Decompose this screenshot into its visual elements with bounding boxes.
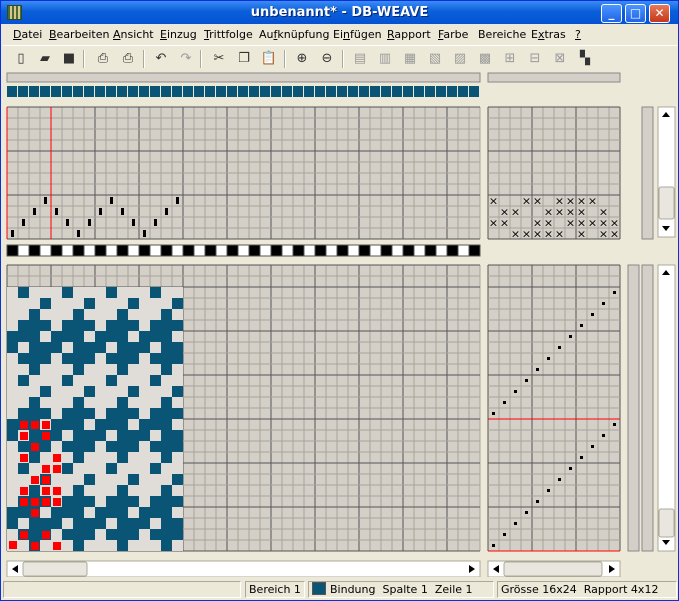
menu-ansicht[interactable]: Ansicht [113,28,154,41]
status-bar: Bereich 1 Bindung Spalte 1 Zeile 1 Gröss… [3,579,677,599]
menu-einzug[interactable]: Einzug [160,28,197,41]
rapport-pattern-icon[interactable]: ▚ [576,50,594,68]
save-disk-icon[interactable]: ■ [60,50,78,68]
svg-text:×: × [544,228,553,241]
vscroll-bottom[interactable] [657,264,676,552]
close-button[interactable]: ✕ [649,4,670,23]
svg-text:×: × [511,228,520,241]
weft-color-column[interactable] [627,264,640,552]
svg-text:×: × [599,228,608,241]
menu-trittfolge[interactable]: Trittfolge [204,28,253,41]
zoom-in-icon[interactable]: ⊕ [293,50,311,68]
menu-bar: Datei Bearbeiten Ansicht Einzug Trittfolge Au… [3,25,677,45]
treadle-header-grid[interactable] [487,264,621,288]
status-column: Spalte 1 [382,583,428,596]
svg-text:×: × [577,228,586,241]
svg-text:×: × [522,228,531,241]
threading-tool-9-icon[interactable]: ⊠ [551,50,569,68]
color-swatch [312,582,326,595]
status-rapport: Rapport 4x12 [583,583,659,596]
paste-icon[interactable]: 📋 [260,50,278,68]
svg-text:×: × [500,217,509,230]
status-dimensions: Grösse 16x24 [501,583,577,596]
svg-text:×: × [489,195,498,208]
vscroll-top-thumb[interactable] [658,186,675,220]
hscroll-main-thumb[interactable] [22,561,88,577]
weave-canvas[interactable]: × × × × × × ×× × × × × × ×× × × × × × × × ×× × × × × × × × [1,71,678,577]
print-preview-icon[interactable]: ⎙ [94,50,112,68]
warp-color-strip[interactable] [7,86,479,97]
svg-text:×: × [555,228,564,241]
undo-icon[interactable]: ↶ [152,50,170,68]
cut-icon[interactable]: ✂ [210,50,228,68]
status-area: Bereich 1 [245,581,305,598]
color-strip-top[interactable] [6,72,481,83]
threading-grid[interactable] [6,106,481,240]
copy-icon[interactable]: ❐ [235,50,253,68]
weave-workspace: × × × × × × × × × × × × × × × × × × × × × × × × × × × × × × × [1,71,678,577]
threading-tool-8-icon[interactable]: ⊟ [526,50,544,68]
menu-rapport[interactable]: Rapport [387,28,431,41]
pattern-strip[interactable] [6,244,481,257]
threading-tool-5-icon[interactable]: ▨ [451,50,469,68]
open-folder-icon[interactable]: ▰ [36,50,54,68]
svg-text:×: × [588,217,597,230]
print-icon[interactable]: ⎙ [119,50,137,68]
window-title: unbenannt* - DB-WEAVE [250,5,429,20]
status-empty [3,581,241,598]
weft-color-column-2[interactable] [641,264,654,552]
svg-text:×: × [555,206,564,219]
redo-icon[interactable]: ↷ [177,50,195,68]
menu-farbe[interactable]: Farbe [438,28,468,41]
threading-tool-3-icon[interactable]: ▦ [401,50,419,68]
svg-text:×: × [489,217,498,230]
color-strip-top-right[interactable] [487,72,621,83]
menu-help[interactable]: ? [575,28,581,41]
hscroll-treadling-thumb[interactable] [503,561,603,577]
svg-text:×: × [588,195,597,208]
toolbar-separator [200,50,202,68]
threading-tool-6-icon[interactable]: ▩ [476,50,494,68]
menu-extras[interactable]: Extras [531,28,566,41]
toolbar: ▯ ▰ ■ ⎙ ⎙ ↶ ↷ ✂ ❐ 📋 ⊕ ⊖ ▤ ▥ ▦ ▧ ▨ ▩ ⊞ ⊟ ⊠ ▚ [3,45,677,71]
shaft-color-column[interactable] [641,106,654,240]
cursor-cell [9,541,17,549]
menu-einfügen[interactable]: Einfügen [333,28,382,41]
status-row: Zeile 1 [434,583,473,596]
menu-bereiche[interactable]: Bereiche [478,28,526,41]
threading-tool-4-icon[interactable]: ▧ [426,50,444,68]
threading-straight-icon[interactable]: ▤ [351,50,369,68]
toolbar-separator [143,50,145,68]
app-window: unbenannt* - DB-WEAVE _ □ ✕ Datei Bearbei… [0,0,679,601]
menu-bearbeiten[interactable]: Bearbeiten [49,28,109,41]
menu-datei[interactable]: Datei [13,28,42,41]
toolbar-separator [83,50,85,68]
threading-mirror-icon[interactable]: ▥ [376,50,394,68]
svg-text:×: × [533,195,542,208]
status-binding: Bindung [330,583,376,596]
svg-text:×: × [610,228,619,241]
new-file-icon[interactable]: ▯ [12,50,30,68]
weft-header-grid[interactable] [6,264,481,288]
status-size: Grösse 16x24 Rapport 4x12 [497,581,677,598]
threading-tool-7-icon[interactable]: ⊞ [501,50,519,68]
svg-text:×: × [511,206,520,219]
svg-text:×: × [533,228,542,241]
menu-aufknüpfung[interactable]: Aufknüpfung [259,28,329,41]
zoom-out-icon[interactable]: ⊖ [318,50,336,68]
toolbar-separator [342,50,344,68]
vscroll-bottom-thumb[interactable] [658,508,675,538]
minimize-button[interactable]: _ [601,4,622,23]
svg-text:×: × [522,195,531,208]
maximize-button[interactable]: □ [625,4,646,23]
svg-text:×: × [566,217,575,230]
toolbar-separator [284,50,286,68]
status-position: Bindung Spalte 1 Zeile 1 [308,581,494,598]
title-bar[interactable]: unbenannt* - DB-WEAVE _ □ ✕ [1,1,678,24]
